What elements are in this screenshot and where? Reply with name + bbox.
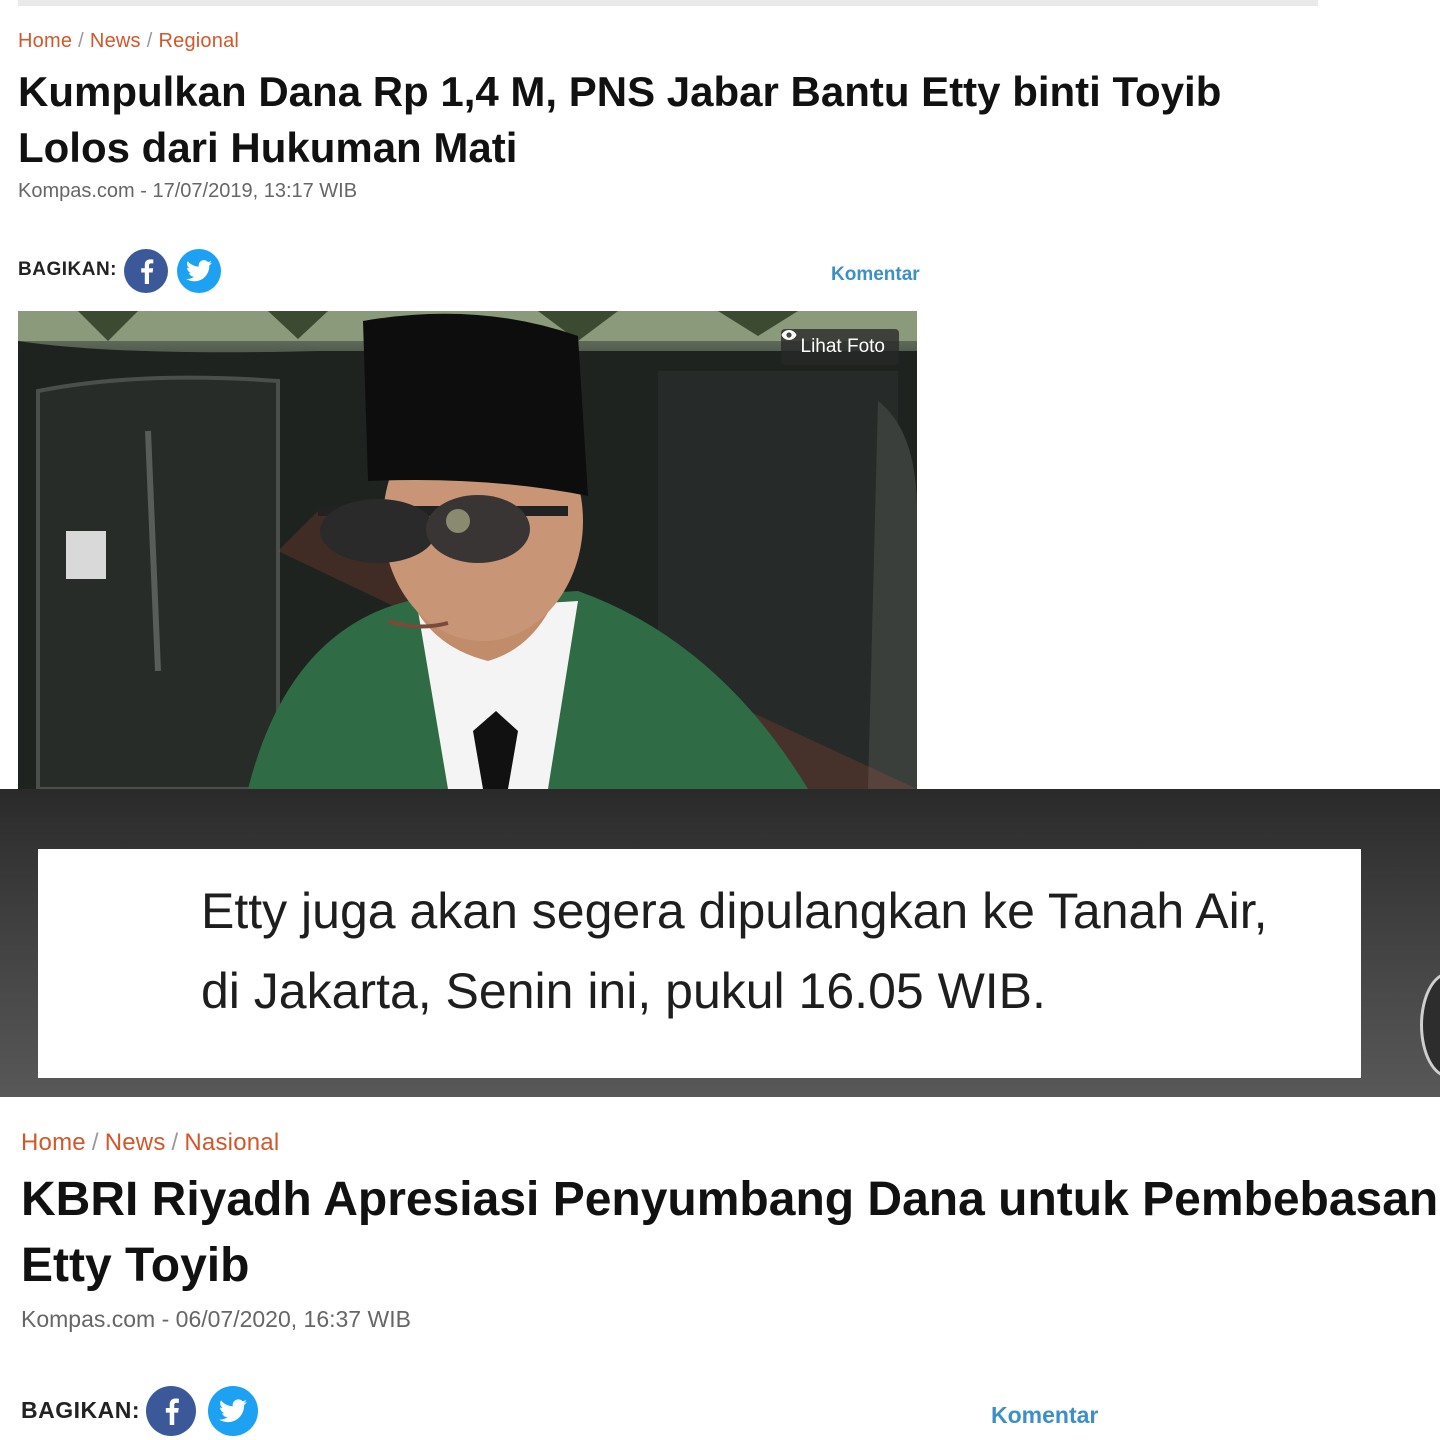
quote-card: Etty juga akan segera dipulangkan ke Tan… [38,849,1361,1078]
article-meta: Kompas.com - 06/07/2020, 16:37 WIB [21,1306,411,1332]
breadcrumb-regional[interactable]: Regional [159,30,240,52]
comment-link[interactable]: Komentar [991,1402,1098,1429]
breadcrumb-separator: / [171,1129,179,1156]
top-divider [18,0,1318,6]
article-title-line-1: KBRI Riyadh Apresiasi Penyumbang Dana un… [21,1173,1440,1226]
article-title: KBRI Riyadh Apresiasi Penyumbang Dana un… [21,1167,1440,1299]
twitter-icon [219,1399,247,1423]
quote-text: Etty juga akan segera dipulangkan ke Tan… [201,871,1361,1031]
facebook-share-button[interactable] [124,249,168,293]
article-meta: Kompas.com - 17/07/2019, 13:17 WIB [18,180,358,202]
article-title-line-2: Etty Toyib [21,1239,250,1292]
facebook-share-button[interactable] [146,1386,196,1436]
breadcrumb-home[interactable]: Home [18,30,72,52]
twitter-share-button[interactable] [177,249,221,293]
share-label: BAGIKAN: [18,259,117,280]
view-photo-label: Lihat Foto [800,336,886,357]
breadcrumb-home[interactable]: Home [21,1129,86,1156]
breadcrumb: Home / News / Nasional [21,1129,279,1157]
quote-line-2: di Jakarta, Senin ini, pukul 16.05 WIB. [201,963,1046,1019]
breadcrumb-separator: / [91,1129,99,1156]
breadcrumb-separator: / [78,30,84,52]
article-photo[interactable]: Lihat Foto [18,311,917,789]
photo-illustration [18,311,917,789]
facebook-icon [141,259,154,284]
twitter-icon [186,260,212,282]
breadcrumb-news[interactable]: News [90,30,141,52]
article-title: Kumpulkan Dana Rp 1,4 M, PNS Jabar Bantu… [18,68,1222,171]
view-photo-button[interactable]: Lihat Foto [780,329,899,365]
facebook-icon [165,1398,179,1425]
breadcrumb-news[interactable]: News [105,1129,166,1156]
comment-link[interactable]: Komentar [831,264,920,286]
breadcrumb-separator: / [146,30,153,52]
twitter-share-button[interactable] [208,1386,258,1436]
share-label: BAGIKAN: [21,1397,140,1423]
quote-line-1: Etty juga akan segera dipulangkan ke Tan… [201,883,1268,939]
breadcrumb: Home / News / Regional [18,30,239,53]
breadcrumb-nasional[interactable]: Nasional [184,1129,279,1156]
